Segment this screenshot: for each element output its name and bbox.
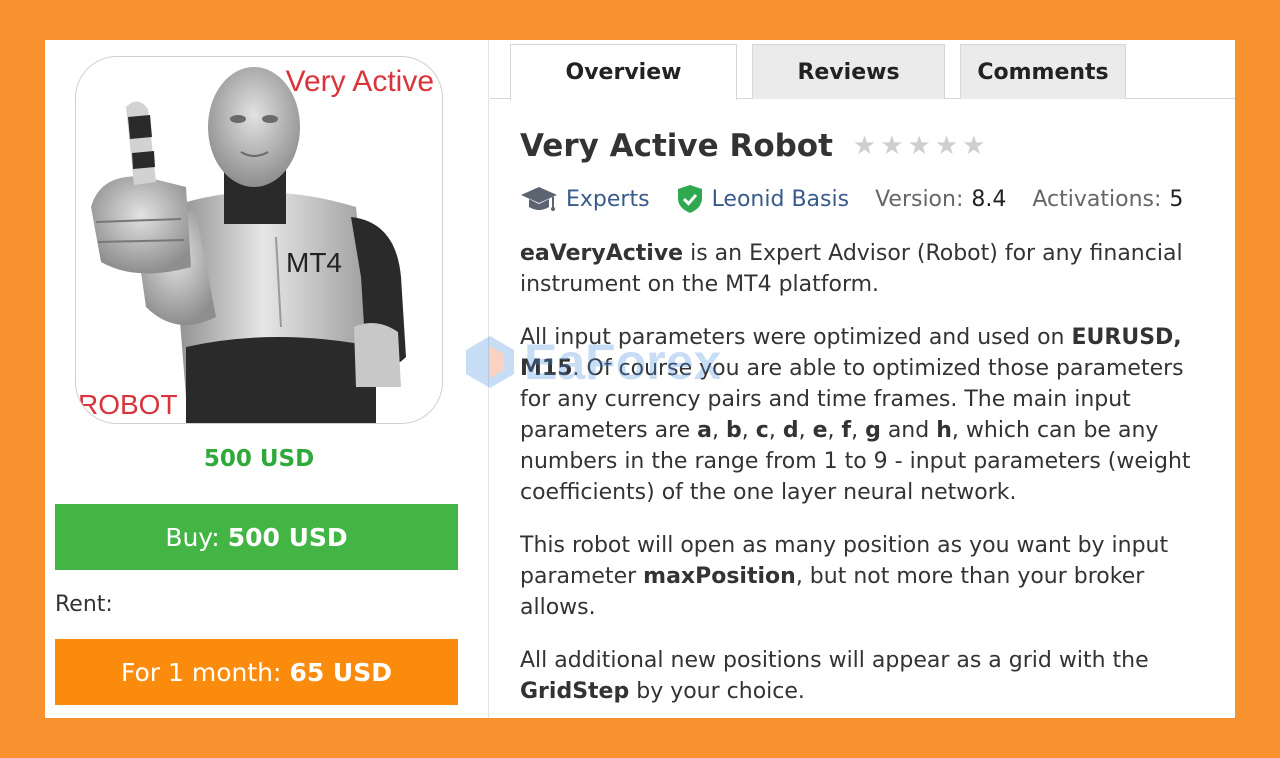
rent-button-amount: 65 USD: [289, 657, 392, 687]
param-name: f: [841, 418, 852, 443]
param-name: maxPosition: [643, 564, 796, 589]
rent-button-label: For 1 month:: [121, 657, 282, 687]
graduation-cap-icon: [521, 187, 557, 211]
description-text: All additional new positions will appear…: [520, 648, 1149, 673]
description-text: and: [880, 418, 937, 443]
description-paragraph: This robot will open as many position as…: [520, 530, 1220, 623]
param-name: GridStep: [520, 679, 630, 704]
param-name: c: [755, 418, 769, 443]
description-paragraph: eaVeryActive is an Expert Advisor (Robot…: [520, 238, 1220, 300]
param-name: d: [782, 418, 799, 443]
product-card: Very Active MT4 ROBOT 500 USD Buy: 500 U…: [45, 40, 1235, 718]
overview-content: Very Active Robot ★★★★★ Experts Leonid B…: [520, 120, 1220, 718]
tab-overview[interactable]: Overview: [510, 44, 737, 100]
tab-bar: Overview Reviews Comments: [490, 40, 1235, 100]
tab-comments[interactable]: Comments: [960, 44, 1126, 99]
param-name: g: [865, 418, 881, 443]
star-icon: ★: [907, 131, 935, 161]
ea-name: eaVeryActive: [520, 241, 684, 266]
version-label: Version:: [875, 186, 964, 212]
star-icon: ★: [934, 131, 963, 161]
star-icon: ★: [880, 131, 908, 161]
activations-info: Activations: 5: [1032, 187, 1183, 212]
category-link[interactable]: Experts: [520, 184, 650, 214]
param-name: b: [726, 418, 742, 443]
buy-button-amount: 500 USD: [227, 522, 348, 552]
description-text: by your choice.: [629, 679, 805, 704]
image-caption-mt4: MT4: [286, 247, 342, 278]
product-price: 500 USD: [203, 446, 315, 472]
description-paragraph: All input parameters were optimized and …: [520, 325, 1191, 505]
image-caption-very-active: Very Active: [285, 65, 434, 98]
buy-button[interactable]: Buy: 500 USD: [55, 504, 458, 570]
image-caption-robot: ROBOT: [78, 389, 178, 420]
version-info: Version: 8.4: [875, 187, 1006, 212]
rent-label: Rent:: [55, 592, 113, 617]
star-icon: ★: [852, 131, 881, 161]
buy-button-label: Buy:: [165, 522, 220, 552]
param-name: e: [812, 418, 828, 443]
verified-shield-icon: [677, 185, 702, 213]
description-paragraph: All additional new positions will appear…: [520, 645, 1220, 707]
robot-illustration: [91, 67, 406, 423]
param-name: h: [936, 418, 952, 443]
product-meta: Experts Leonid Basis Version: 8.4 Activat…: [520, 180, 1220, 218]
activations-value: 5: [1169, 186, 1184, 212]
description-text: All input parameters were optimized and …: [520, 325, 1072, 350]
rating-stars[interactable]: ★★★★★: [853, 131, 990, 161]
product-description: eaVeryActive is an Expert Advisor (Robot…: [520, 238, 1220, 707]
tab-reviews[interactable]: Reviews: [752, 44, 945, 99]
product-title: Very Active Robot: [520, 128, 833, 164]
version-value: 8.4: [971, 186, 1007, 212]
purchase-panel: Very Active MT4 ROBOT 500 USD Buy: 500 U…: [45, 40, 489, 718]
product-image[interactable]: Very Active MT4 ROBOT: [75, 56, 443, 424]
rent-1-month-button[interactable]: For 1 month: 65 USD: [55, 639, 458, 705]
star-icon: ★: [962, 131, 990, 161]
activations-label: Activations:: [1032, 186, 1162, 212]
author-link[interactable]: Leonid Basis: [676, 184, 850, 214]
category-label: Experts: [566, 186, 650, 212]
param-name: a: [697, 418, 713, 443]
author-name: Leonid Basis: [711, 186, 850, 212]
